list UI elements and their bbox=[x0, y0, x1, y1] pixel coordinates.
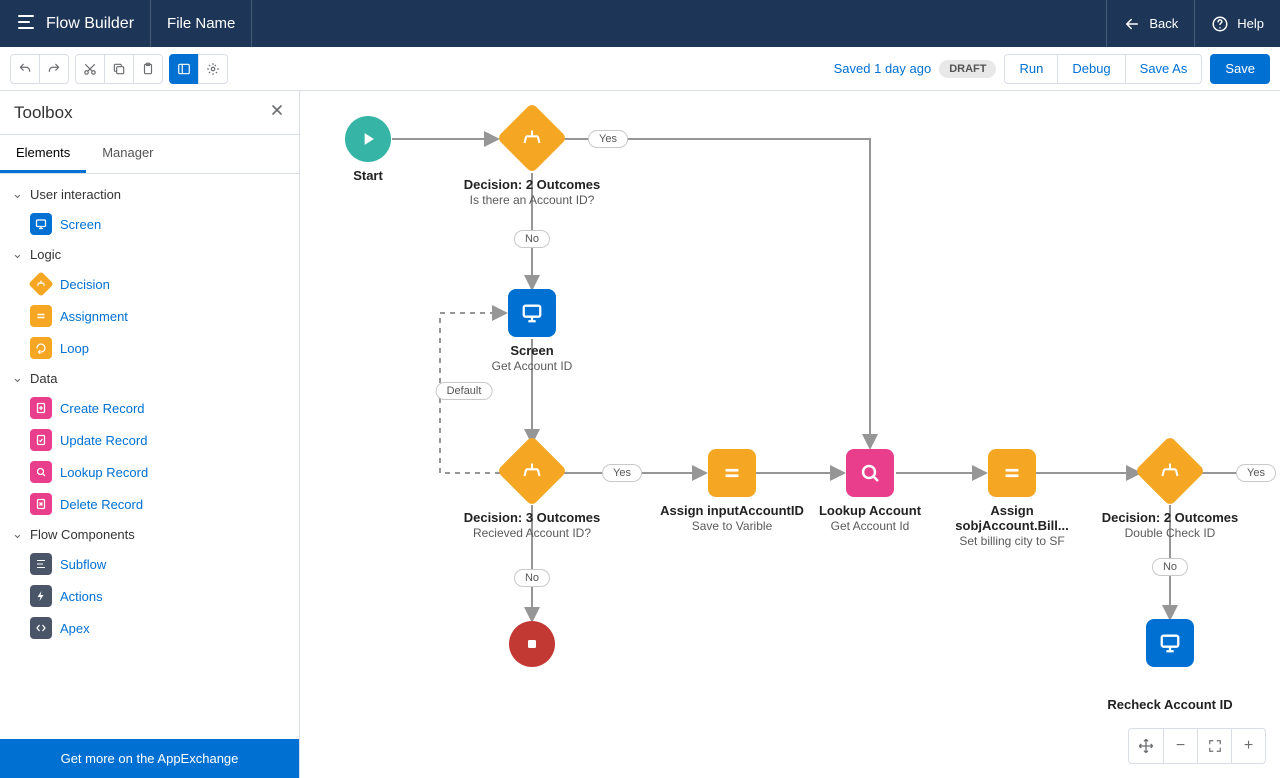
assignment-icon bbox=[988, 449, 1036, 497]
connector-label-no: No bbox=[1152, 558, 1188, 576]
item-apex[interactable]: Apex bbox=[10, 612, 289, 644]
connector-label-no: No bbox=[514, 569, 550, 587]
help-label: Help bbox=[1237, 16, 1264, 31]
save-button[interactable]: Save bbox=[1210, 54, 1270, 84]
pan-button[interactable] bbox=[1129, 729, 1163, 763]
chevron-down-icon: ⌄ bbox=[12, 186, 26, 202]
node-assign-2[interactable]: Assign sobjAccount.Bill... Set billing c… bbox=[932, 449, 1092, 548]
connector-label-no: No bbox=[514, 230, 550, 248]
undo-button[interactable] bbox=[10, 54, 40, 84]
subflow-icon bbox=[30, 553, 52, 575]
item-create-record[interactable]: Create Record bbox=[10, 392, 289, 424]
app-title-section: Flow Builder bbox=[0, 0, 151, 47]
decision-icon bbox=[1135, 436, 1206, 507]
back-label: Back bbox=[1149, 16, 1178, 31]
run-button[interactable]: Run bbox=[1004, 54, 1058, 84]
node-decision-3[interactable]: Decision: 2 Outcomes Double Check ID bbox=[1100, 446, 1240, 540]
copy-button[interactable] bbox=[104, 54, 134, 84]
item-decision[interactable]: Decision bbox=[10, 268, 289, 300]
node-decision-2[interactable]: Decision: 3 Outcomes Recieved Account ID… bbox=[462, 446, 602, 540]
lookup-icon bbox=[846, 449, 894, 497]
screen-icon bbox=[1146, 619, 1194, 667]
zoom-in-button[interactable]: + bbox=[1231, 729, 1265, 763]
chevron-down-icon: ⌄ bbox=[12, 246, 26, 262]
save-status: Saved 1 day ago bbox=[834, 61, 932, 76]
node-assign-1[interactable]: Assign inputAccountID Save to Varible bbox=[657, 449, 807, 533]
redo-button[interactable] bbox=[39, 54, 69, 84]
assignment-icon bbox=[30, 305, 52, 327]
screen-icon bbox=[508, 289, 556, 337]
screen-icon bbox=[30, 213, 52, 235]
fit-button[interactable] bbox=[1197, 729, 1231, 763]
create-record-icon bbox=[30, 397, 52, 419]
cut-button[interactable] bbox=[75, 54, 105, 84]
item-update-record[interactable]: Update Record bbox=[10, 424, 289, 456]
file-name: File Name bbox=[167, 15, 235, 32]
actions-icon bbox=[30, 585, 52, 607]
category-flow-components[interactable]: ⌄Flow Components bbox=[10, 520, 289, 548]
app-header: Flow Builder File Name Back Help bbox=[0, 0, 1280, 47]
toolbox-title: Toolbox bbox=[14, 103, 73, 123]
update-record-icon bbox=[30, 429, 52, 451]
decision-icon bbox=[497, 103, 568, 174]
loop-icon bbox=[30, 337, 52, 359]
connector-label-yes: Yes bbox=[602, 464, 642, 482]
category-user-interaction[interactable]: ⌄User interaction bbox=[10, 180, 289, 208]
decision-icon bbox=[497, 436, 568, 507]
item-assignment[interactable]: Assignment bbox=[10, 300, 289, 332]
item-screen[interactable]: Screen bbox=[10, 208, 289, 240]
connector-label-yes: Yes bbox=[1236, 464, 1276, 482]
debug-button[interactable]: Debug bbox=[1057, 54, 1125, 84]
close-icon[interactable] bbox=[269, 101, 285, 124]
item-loop[interactable]: Loop bbox=[10, 332, 289, 364]
decision-icon bbox=[28, 271, 53, 296]
tab-elements[interactable]: Elements bbox=[0, 135, 86, 173]
tab-manager[interactable]: Manager bbox=[86, 135, 169, 173]
zoom-controls: − + bbox=[1128, 728, 1266, 764]
save-as-button[interactable]: Save As bbox=[1125, 54, 1203, 84]
toggle-panel-button[interactable] bbox=[169, 54, 199, 84]
item-delete-record[interactable]: Delete Record bbox=[10, 488, 289, 520]
chevron-down-icon: ⌄ bbox=[12, 370, 26, 386]
back-button[interactable]: Back bbox=[1106, 0, 1194, 47]
flow-canvas[interactable]: Start Decision: 2 Outcomes Is there an A… bbox=[300, 91, 1280, 778]
node-end[interactable] bbox=[462, 621, 602, 667]
item-lookup-record[interactable]: Lookup Record bbox=[10, 456, 289, 488]
zoom-out-button[interactable]: − bbox=[1163, 729, 1197, 763]
item-actions[interactable]: Actions bbox=[10, 580, 289, 612]
file-name-section[interactable]: File Name bbox=[151, 0, 252, 47]
lookup-record-icon bbox=[30, 461, 52, 483]
node-decision-1[interactable]: Decision: 2 Outcomes Is there an Account… bbox=[462, 113, 602, 207]
connector-label-yes: Yes bbox=[588, 130, 628, 148]
start-icon bbox=[345, 116, 391, 162]
apex-icon bbox=[30, 617, 52, 639]
item-subflow[interactable]: Subflow bbox=[10, 548, 289, 580]
appexchange-link[interactable]: Get more on the AppExchange bbox=[0, 739, 299, 778]
toolbar: Saved 1 day ago DRAFT Run Debug Save As … bbox=[0, 47, 1280, 91]
settings-button[interactable] bbox=[198, 54, 228, 84]
assignment-icon bbox=[708, 449, 756, 497]
help-button[interactable]: Help bbox=[1194, 0, 1280, 47]
help-icon bbox=[1211, 15, 1229, 33]
node-screen-1[interactable]: Screen Get Account ID bbox=[462, 289, 602, 373]
toolbox-sidebar: Toolbox Elements Manager ⌄User interacti… bbox=[0, 91, 300, 778]
stop-icon bbox=[509, 621, 555, 667]
node-start[interactable]: Start bbox=[300, 116, 438, 183]
flow-logo-icon bbox=[16, 12, 36, 35]
node-lookup[interactable]: Lookup Account Get Account Id bbox=[800, 449, 940, 533]
delete-record-icon bbox=[30, 493, 52, 515]
category-logic[interactable]: ⌄Logic bbox=[10, 240, 289, 268]
chevron-down-icon: ⌄ bbox=[12, 526, 26, 542]
draft-badge: DRAFT bbox=[939, 60, 996, 78]
app-title: Flow Builder bbox=[46, 15, 134, 33]
node-screen-2[interactable]: Recheck Account ID bbox=[1100, 619, 1240, 712]
category-data[interactable]: ⌄Data bbox=[10, 364, 289, 392]
back-arrow-icon bbox=[1123, 15, 1141, 33]
paste-button[interactable] bbox=[133, 54, 163, 84]
connector-label-default: Default bbox=[436, 382, 493, 400]
